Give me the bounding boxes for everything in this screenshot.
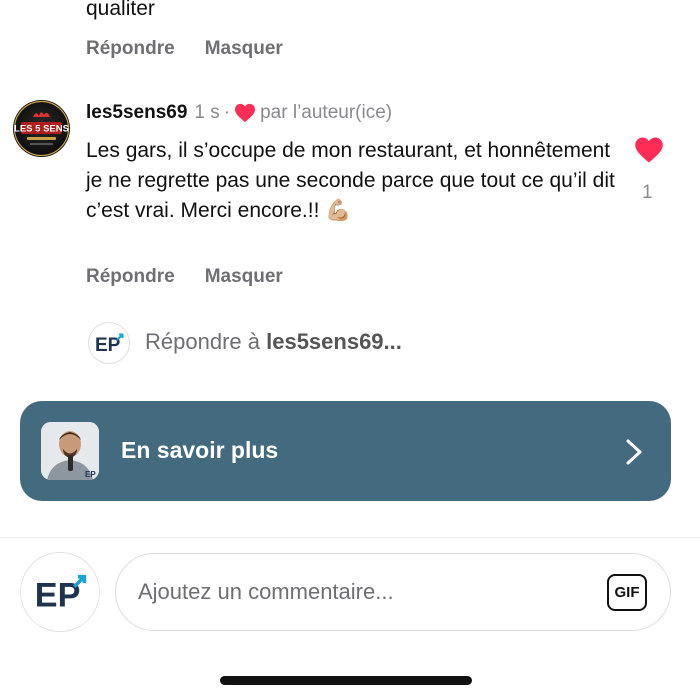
learn-more-banner[interactable]: EP En savoir plus — [20, 401, 671, 501]
reply-to-label: Répondre à — [145, 329, 260, 354]
current-user-avatar: EP — [20, 552, 100, 632]
banner-thumbnail: EP — [41, 422, 99, 480]
like-count: 1 — [642, 182, 653, 203]
meta-separator: · — [223, 102, 231, 123]
svg-text:EP: EP — [35, 576, 81, 612]
previous-comment-actions: Répondre Masquer — [86, 38, 283, 60]
home-indicator — [220, 676, 472, 685]
gif-button[interactable]: GIF — [607, 574, 647, 611]
svg-text:EP: EP — [85, 470, 96, 479]
liked-by-author-label: par l’auteur(ice) — [260, 102, 393, 123]
reply-to-username: les5sens69... — [266, 329, 402, 354]
comment-actions: Répondre Masquer — [86, 266, 283, 288]
reply-to-prompt[interactable]: Répondre à les5sens69... — [145, 329, 402, 355]
les5sens-logo: LES 5 SENS — [13, 100, 70, 157]
hide-button[interactable]: Masquer — [205, 38, 283, 60]
reply-button[interactable]: Répondre — [86, 38, 175, 60]
svg-text:LES 5 SENS: LES 5 SENS — [14, 124, 69, 135]
banner-label: En savoir plus — [121, 437, 279, 463]
comment-text: Les gars, il s’occupe de mon restaurant,… — [86, 139, 615, 222]
comment-input-container: GIF — [115, 553, 671, 631]
person-photo-icon: EP — [41, 422, 99, 480]
comment-time: 1 s — [194, 102, 220, 123]
hide-button[interactable]: Masquer — [205, 266, 283, 288]
previous-comment-text: qualiter — [86, 0, 155, 20]
reply-avatar: EP — [88, 322, 130, 364]
svg-text:EP: EP — [95, 335, 121, 354]
comment-input[interactable] — [138, 554, 578, 630]
heart-icon — [235, 103, 256, 123]
reply-button[interactable]: Répondre — [86, 266, 175, 288]
commenter-avatar[interactable]: LES 5 SENS — [13, 100, 70, 157]
divider — [0, 537, 700, 538]
ep-logo-icon: EP — [95, 333, 124, 354]
comment-meta: les5sens69 1 s · par l’auteur(ice) — [86, 102, 392, 124]
comment-username[interactable]: les5sens69 — [86, 102, 187, 124]
like-heart-icon[interactable] — [634, 136, 664, 164]
chevron-right-icon — [626, 439, 642, 465]
ep-logo-icon: EP — [35, 574, 87, 612]
